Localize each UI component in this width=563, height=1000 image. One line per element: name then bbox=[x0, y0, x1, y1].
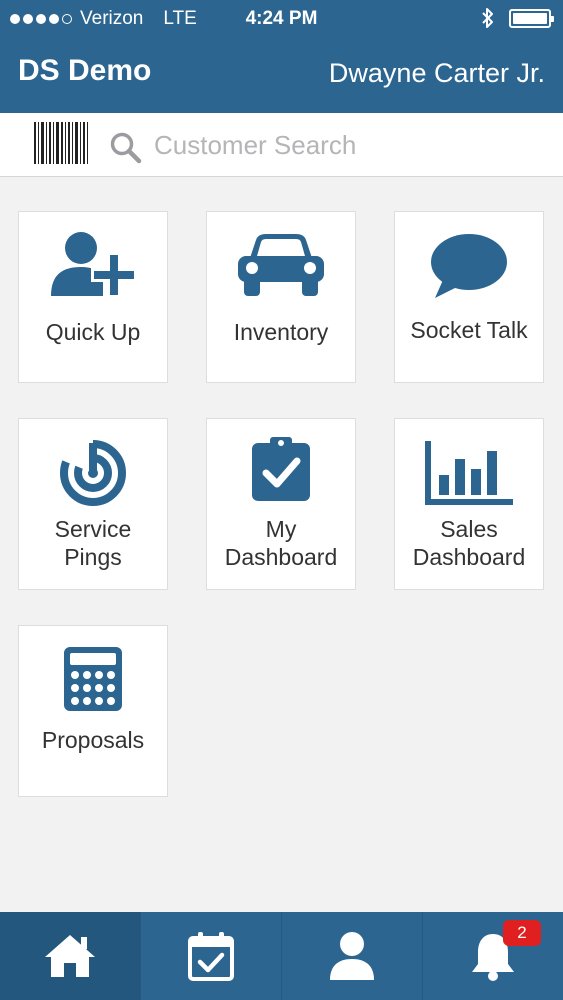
battery-icon bbox=[509, 8, 554, 28]
car-icon bbox=[238, 234, 324, 296]
tile-proposals[interactable]: Proposals bbox=[18, 625, 168, 797]
search-icon bbox=[110, 132, 142, 164]
bottom-nav: 2 bbox=[0, 912, 563, 1000]
tile-socket-talk[interactable]: Socket Talk bbox=[394, 211, 544, 383]
user-name[interactable]: Dwayne Carter Jr. bbox=[329, 58, 545, 89]
clipboard-check-icon bbox=[252, 437, 310, 501]
tile-label: Quick Up bbox=[45, 319, 141, 345]
tile-sales-dashboard[interactable]: Sales Dashboard bbox=[394, 418, 544, 590]
notification-badge: 2 bbox=[503, 920, 541, 946]
chat-bubble-icon bbox=[431, 234, 507, 298]
person-icon bbox=[330, 932, 374, 980]
tile-label: Sales Dashboard bbox=[412, 516, 526, 570]
tile-label: Proposals bbox=[41, 727, 145, 753]
tile-service-pings[interactable]: Service Pings bbox=[18, 418, 168, 590]
add-user-icon bbox=[51, 232, 137, 298]
tile-label: Inventory bbox=[233, 319, 329, 345]
tile-label: Service Pings bbox=[54, 516, 132, 570]
radar-icon bbox=[59, 439, 126, 506]
app-title: DS Demo bbox=[18, 54, 152, 87]
home-icon bbox=[45, 935, 95, 977]
tile-label: My Dashboard bbox=[224, 516, 338, 570]
customer-search-input[interactable] bbox=[154, 127, 534, 163]
app-header: Verizon LTE 4:24 PM DS Demo Dwayne Carte… bbox=[0, 0, 563, 113]
status-time: 4:24 PM bbox=[245, 8, 318, 29]
tile-quick-up[interactable]: Quick Up bbox=[18, 211, 168, 383]
nav-calendar[interactable] bbox=[140, 912, 281, 1000]
bluetooth-icon bbox=[482, 8, 493, 28]
tile-my-dashboard[interactable]: My Dashboard bbox=[206, 418, 356, 590]
nav-profile[interactable] bbox=[281, 912, 422, 1000]
tile-inventory[interactable]: Inventory bbox=[206, 211, 356, 383]
calculator-icon bbox=[64, 647, 122, 711]
calendar-check-icon bbox=[188, 932, 234, 981]
tile-label: Socket Talk bbox=[410, 317, 528, 343]
bar-chart-icon bbox=[425, 441, 513, 505]
status-bar: Verizon LTE 4:24 PM bbox=[0, 0, 563, 38]
nav-notifications[interactable]: 2 bbox=[422, 912, 563, 1000]
nav-home[interactable] bbox=[0, 912, 140, 1000]
barcode-scan-icon[interactable] bbox=[34, 122, 88, 164]
